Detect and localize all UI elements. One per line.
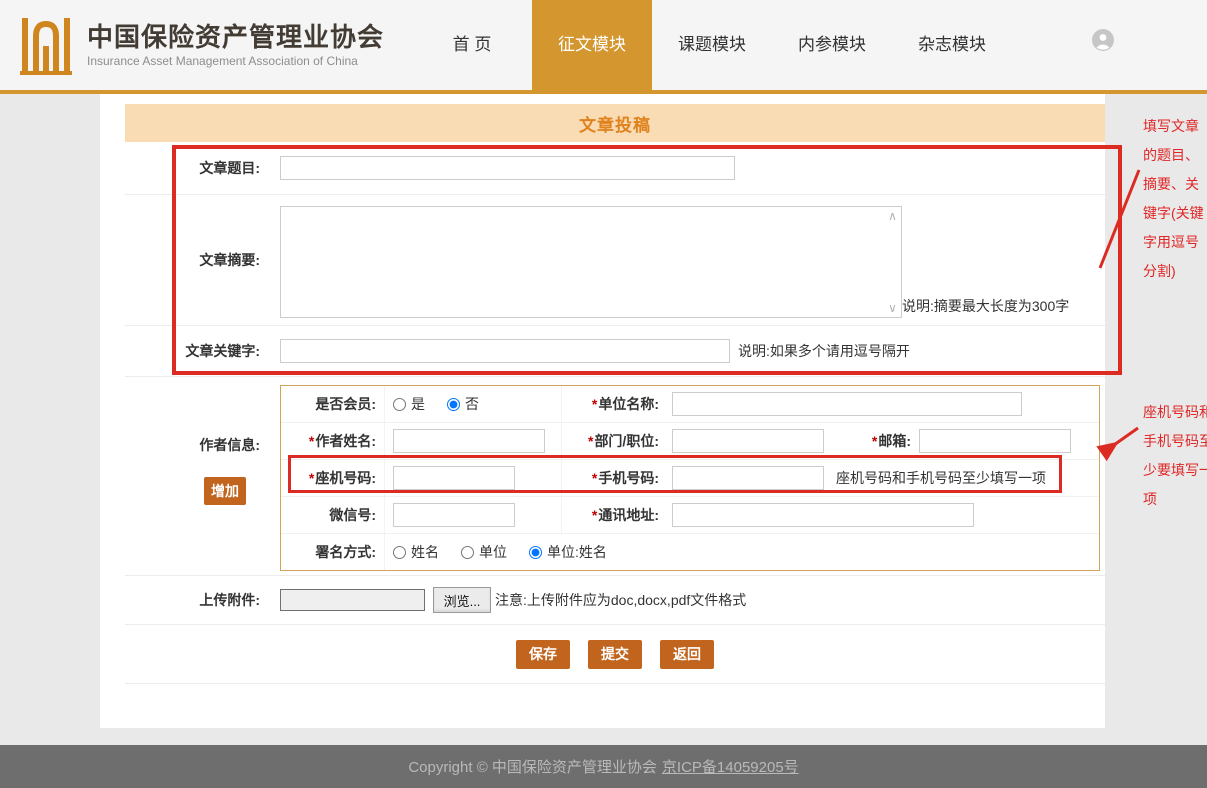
copyright-text: Copyright © 中国保险资产管理业协会: [408, 756, 657, 777]
main-nav: 首 页 征文模块 课题模块 内参模块 杂志模块: [412, 0, 1012, 90]
member-row: 是否会员: 是 否 *单位名称:: [281, 386, 1099, 423]
wechat-label: 微信号:: [281, 497, 385, 533]
author-info-row: 作者信息: 增加 是否会员: 是 否: [125, 377, 1105, 576]
form-title-bar: 文章投稿: [125, 104, 1105, 142]
wechat-input[interactable]: [393, 503, 515, 527]
sig-company-name-label: 单位:姓名: [547, 542, 607, 562]
nav-magazine-module[interactable]: 杂志模块: [892, 0, 1012, 90]
email-label: *邮箱:: [824, 431, 919, 451]
nav-home[interactable]: 首 页: [412, 0, 532, 90]
sig-name-label: 姓名: [411, 542, 439, 562]
sig-company-label: 单位: [479, 542, 507, 562]
sig-name-option[interactable]: 姓名: [393, 542, 439, 562]
mobile-label: *手机号码:: [562, 460, 667, 496]
required-mark: *: [309, 433, 314, 449]
signature-label: 署名方式:: [281, 534, 385, 570]
upload-row: 上传附件: 浏览... 注意:上传附件应为doc,docx,pdf文件格式: [125, 576, 1105, 625]
textarea-scrollbar[interactable]: ∧ ∨: [884, 207, 901, 317]
required-mark: *: [872, 433, 877, 449]
required-mark: *: [592, 396, 597, 412]
sig-company-name-option[interactable]: 单位:姓名: [529, 542, 607, 562]
member-yes-radio[interactable]: [393, 398, 406, 411]
header: 中国保险资产管理业协会 Insurance Asset Management A…: [0, 0, 1207, 94]
file-path-input[interactable]: [280, 589, 425, 611]
article-title-row: 文章题目:: [125, 142, 1105, 195]
form-title: 文章投稿: [579, 111, 651, 136]
keywords-label: 文章关键字:: [125, 326, 270, 376]
abstract-label: 文章摘要:: [125, 195, 270, 325]
scroll-down-icon[interactable]: ∨: [885, 301, 900, 315]
phone-note: 座机号码和手机号码至少填写一项: [836, 468, 1046, 488]
name-dept-email-row: *作者姓名: *部门/职位: *邮箱:: [281, 423, 1099, 460]
member-no-option[interactable]: 否: [447, 394, 479, 414]
nav-essay-module[interactable]: 征文模块: [532, 0, 652, 90]
add-author-button[interactable]: 增加: [204, 477, 246, 505]
annotation-note-article: 填写文章的题目、摘要、关键字(关键字用逗号分割): [1143, 112, 1205, 286]
logo-text: 中国保险资产管理业协会 Insurance Asset Management A…: [87, 22, 384, 68]
company-input[interactable]: [672, 392, 1022, 416]
submission-form: 文章投稿 文章题目: 文章摘要: ∧ ∨ 说明:摘要最大长度为300字 文章关键: [125, 104, 1105, 684]
actions-row: 保存 提交 返回: [125, 625, 1105, 684]
article-title-label: 文章题目:: [125, 142, 270, 194]
annotation-note-phone: 座机号码和手机号码至少要填写一项: [1143, 398, 1207, 514]
back-button[interactable]: 返回: [660, 640, 714, 669]
footer: Copyright © 中国保险资产管理业协会 京ICP备14059205号: [0, 745, 1207, 788]
member-label: 是否会员:: [281, 386, 385, 422]
content-panel: 文章投稿 文章题目: 文章摘要: ∧ ∨ 说明:摘要最大长度为300字 文章关键: [100, 94, 1105, 728]
author-name-label: *作者姓名:: [281, 423, 385, 459]
sig-name-radio[interactable]: [393, 546, 406, 559]
abstract-textarea[interactable]: ∧ ∨: [280, 206, 902, 318]
site-title: 中国保险资产管理业协会: [87, 22, 384, 52]
member-no-label: 否: [465, 394, 479, 414]
mobile-input[interactable]: [672, 466, 824, 490]
required-mark: *: [309, 470, 314, 486]
required-mark: *: [592, 470, 597, 486]
upload-label: 上传附件:: [125, 576, 270, 624]
site-subtitle: Insurance Asset Management Association o…: [87, 54, 384, 68]
sig-company-radio[interactable]: [461, 546, 474, 559]
phone-row: *座机号码: *手机号码: 座机号码和手机号码至少填写一项: [281, 460, 1099, 497]
abstract-row: 文章摘要: ∧ ∨ 说明:摘要最大长度为300字: [125, 195, 1105, 326]
dept-label: *部门/职位:: [562, 423, 667, 459]
address-label: *通讯地址:: [562, 497, 667, 533]
abstract-note: 说明:摘要最大长度为300字: [902, 296, 1069, 316]
address-input[interactable]: [672, 503, 974, 527]
user-avatar-icon[interactable]: [1092, 29, 1114, 51]
keywords-note: 说明:如果多个请用逗号隔开: [738, 341, 910, 361]
landline-label: *座机号码:: [281, 460, 385, 496]
browse-button[interactable]: 浏览...: [433, 587, 491, 613]
company-label: *单位名称:: [562, 386, 667, 422]
required-mark: *: [592, 507, 597, 523]
required-mark: *: [588, 433, 593, 449]
article-title-input[interactable]: [280, 156, 735, 180]
submit-button[interactable]: 提交: [588, 640, 642, 669]
keywords-input[interactable]: [280, 339, 730, 363]
logo: 中国保险资产管理业协会 Insurance Asset Management A…: [18, 14, 384, 76]
sig-company-option[interactable]: 单位: [461, 542, 507, 562]
scroll-up-icon[interactable]: ∧: [885, 209, 900, 223]
icp-link[interactable]: 京ICP备14059205号: [662, 756, 799, 777]
email-input[interactable]: [919, 429, 1071, 453]
save-button[interactable]: 保存: [516, 640, 570, 669]
member-yes-label: 是: [411, 394, 425, 414]
landline-input[interactable]: [393, 466, 515, 490]
wechat-address-row: 微信号: *通讯地址:: [281, 497, 1099, 534]
author-section-label: 作者信息:: [199, 435, 260, 455]
dept-input[interactable]: [672, 429, 824, 453]
nav-topic-module[interactable]: 课题模块: [652, 0, 772, 90]
member-yes-option[interactable]: 是: [393, 394, 425, 414]
upload-note: 注意:上传附件应为doc,docx,pdf文件格式: [495, 590, 746, 610]
author-name-input[interactable]: [393, 429, 545, 453]
author-table: 是否会员: 是 否 *单位名称:: [280, 385, 1100, 571]
iamac-logo-icon: [18, 14, 74, 76]
sig-company-name-radio[interactable]: [529, 546, 542, 559]
signature-row: 署名方式: 姓名 单位 单: [281, 534, 1099, 570]
member-no-radio[interactable]: [447, 398, 460, 411]
keywords-row: 文章关键字: 说明:如果多个请用逗号隔开: [125, 326, 1105, 377]
nav-internal-module[interactable]: 内参模块: [772, 0, 892, 90]
